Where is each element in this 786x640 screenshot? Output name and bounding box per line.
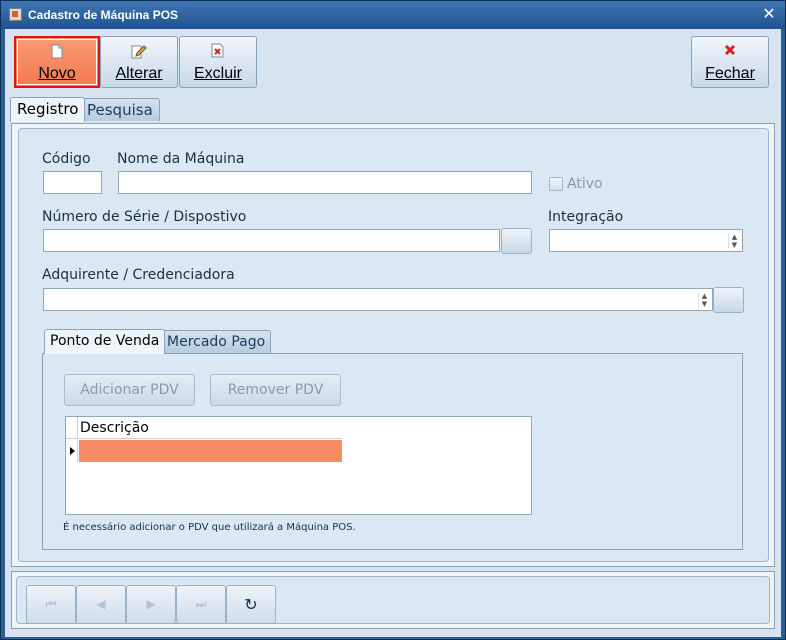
registro-form: Código Nome da Máquina Ativo Número de S… [18,128,769,562]
adicionar-pdv-button[interactable]: Adicionar PDV [64,374,195,406]
novo-button[interactable]: Novo [14,36,100,88]
table-row[interactable] [66,440,342,462]
client-area: Novo Alterar Excluir Fechar Registro Pes… [5,29,781,637]
previous-record-icon[interactable]: ◀ [76,585,126,624]
app-icon [9,8,22,21]
integracao-select[interactable]: ▲ ▼ [549,229,743,252]
navigator: ⏮ ◀ ▶ ⏭ ↻ [16,576,770,624]
first-record-icon[interactable]: ⏮ [26,585,76,624]
window: Cadastro de Máquina POS ✕ Novo Alterar E… [0,0,786,640]
window-title: Cadastro de Máquina POS [28,8,179,22]
excluir-label: Excluir [193,65,242,82]
last-record-icon[interactable]: ⏭ [176,585,226,624]
pdv-grid: Descrição [65,416,532,515]
integracao-label: Integração [548,209,624,225]
nome-input[interactable] [118,171,532,194]
next-record-icon[interactable]: ▶ [126,585,176,624]
alterar-button[interactable]: Alterar [100,36,178,88]
close-red-icon [692,43,768,59]
delete-document-icon [180,43,256,59]
close-icon[interactable]: ✕ [759,4,779,24]
pdv-note: É necessário adicionar o PDV que utiliza… [63,522,356,533]
remover-pdv-button[interactable]: Remover PDV [210,374,341,406]
serie-lookup-button[interactable] [501,228,532,254]
codigo-input[interactable] [43,171,102,194]
new-document-icon [16,44,98,60]
registro-panel: Código Nome da Máquina Ativo Número de S… [11,123,775,567]
tab-ponto-de-venda[interactable]: Ponto de Venda [44,329,166,354]
header-indicator [66,417,78,439]
pdv-panel: Adicionar PDV Remover PDV Descrição É ne… [42,353,743,550]
row-indicator-icon [66,440,78,462]
fechar-button[interactable]: Fechar [691,36,769,88]
alterar-label: Alterar [115,65,163,82]
adquirente-lookup-button[interactable] [713,287,744,313]
descricao-column[interactable]: Descrição [80,420,149,436]
nome-label: Nome da Máquina [117,151,245,167]
tab-pesquisa[interactable]: Pesquisa [80,98,160,121]
spin-icon[interactable]: ▲ ▼ [728,233,740,249]
serie-input[interactable] [43,229,500,252]
excluir-button[interactable]: Excluir [179,36,257,88]
codigo-label: Código [42,151,91,167]
ativo-checkbox[interactable] [549,177,563,191]
tab-mercado-pago[interactable]: Mercado Pago [161,330,272,353]
novo-label: Novo [38,65,76,82]
ativo-label: Ativo [567,176,603,192]
serie-label: Número de Série / Dispostivo [42,209,247,225]
title-bar: Cadastro de Máquina POS ✕ [1,1,785,29]
spin-icon[interactable]: ▲ ▼ [698,292,710,308]
adquirente-label: Adquirente / Credenciadora [42,267,235,283]
tab-registro[interactable]: Registro [10,97,86,122]
adquirente-select[interactable]: ▲ ▼ [43,288,713,311]
grid-header: Descrição [66,417,342,439]
fechar-label: Fechar [705,65,755,82]
refresh-icon[interactable]: ↻ [226,585,276,624]
navigator-bar: ⏮ ◀ ▶ ⏭ ↻ [11,571,775,629]
edit-icon [101,43,177,59]
descricao-cell[interactable] [79,440,342,462]
